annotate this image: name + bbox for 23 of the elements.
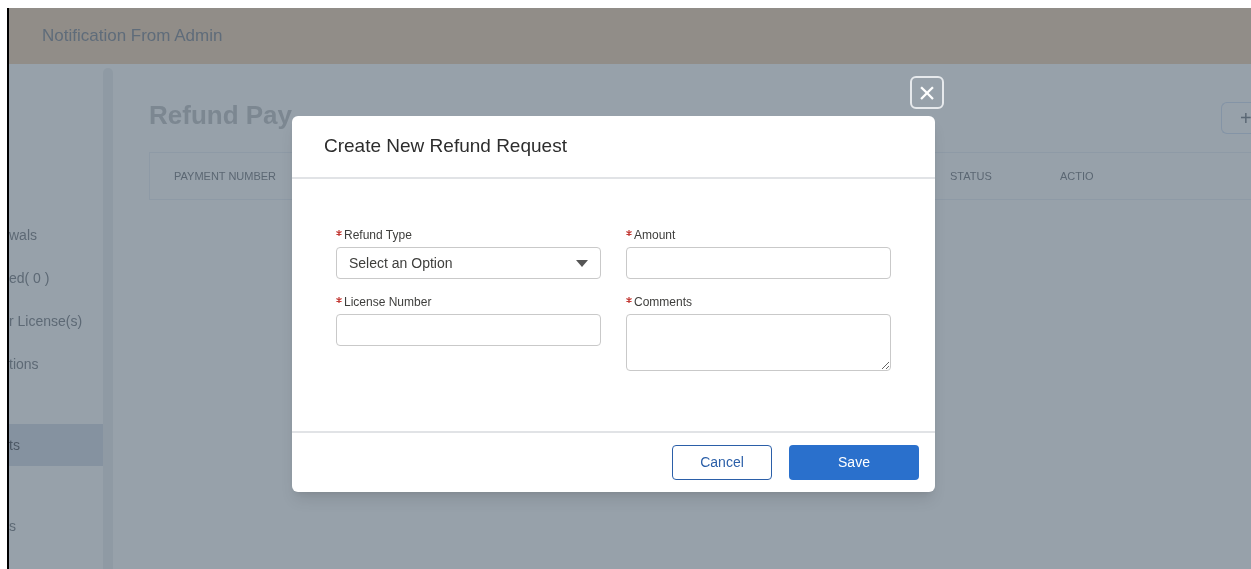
- close-button[interactable]: ×: [910, 76, 944, 109]
- field-label: License Number: [344, 294, 432, 310]
- sidebar-item[interactable]: r License(s): [9, 300, 103, 342]
- select-dropdown[interactable]: Select an Option: [336, 247, 601, 279]
- input-field[interactable]: [336, 314, 601, 346]
- column-header: ACTIO: [1060, 169, 1094, 182]
- column-header: STATUS: [950, 169, 992, 182]
- field-label: Amount: [634, 227, 676, 243]
- sidebar-item[interactable]: tions: [9, 343, 103, 385]
- sidebar-item[interactable]: ed( 0 ): [9, 257, 103, 299]
- save-button[interactable]: Save: [789, 445, 919, 480]
- input-field[interactable]: [626, 247, 891, 279]
- caret-icon: [576, 259, 588, 267]
- field-label: Comments: [634, 294, 692, 310]
- modal-title: Create New Refund Request: [324, 134, 567, 159]
- textarea-field[interactable]: [626, 314, 891, 371]
- add-button[interactable]: +: [1221, 102, 1251, 134]
- field-label: Refund Type: [344, 227, 412, 243]
- sidebar-item[interactable]: s: [9, 505, 103, 547]
- cancel-button[interactable]: Cancel: [672, 445, 772, 480]
- sidebar-item[interactable]: ts: [9, 424, 103, 466]
- sidebar-item[interactable]: wals: [9, 214, 103, 256]
- column-header: PAYMENT NUMBER: [174, 169, 277, 182]
